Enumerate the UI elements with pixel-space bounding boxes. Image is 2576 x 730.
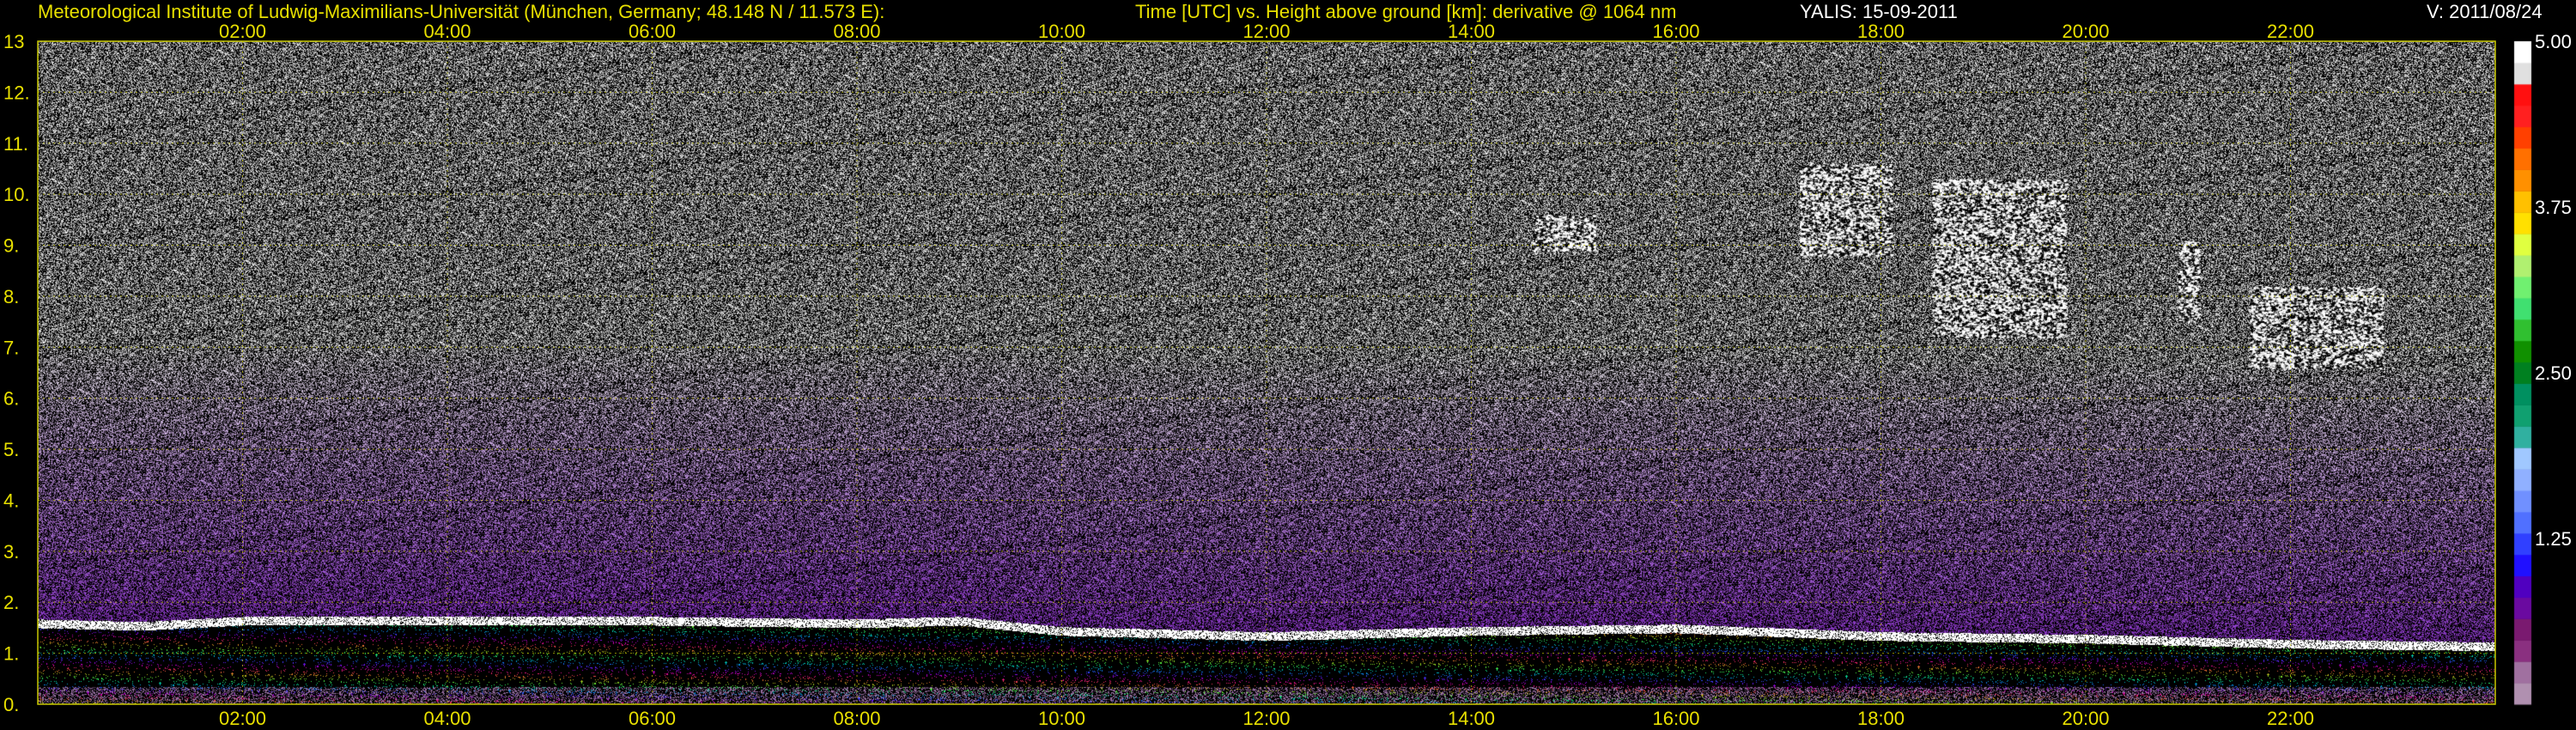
- y-tick-label: 3.: [3, 541, 19, 563]
- x-tick-label-top: 18:00: [1857, 21, 1905, 42]
- x-tick-label-bottom: 22:00: [2267, 708, 2314, 729]
- x-tick-label-top: 06:00: [629, 21, 676, 42]
- x-tick-label-top: 02:00: [219, 21, 266, 42]
- x-tick-label-bottom: 04:00: [423, 708, 471, 729]
- x-tick-label-top: 20:00: [2062, 21, 2109, 42]
- y-tick-label: 9.: [3, 235, 19, 257]
- x-tick-label-top: 14:00: [1448, 21, 1495, 42]
- x-tick-label-top: 22:00: [2267, 21, 2314, 42]
- x-tick-label-bottom: 18:00: [1857, 708, 1905, 729]
- y-tick-label: 8.: [3, 286, 19, 307]
- colorbar-tick-label: 1.25: [2535, 528, 2572, 550]
- y-tick-label: 0.: [3, 694, 19, 715]
- x-tick-label-bottom: 14:00: [1448, 708, 1495, 729]
- x-tick-label-bottom: 08:00: [833, 708, 880, 729]
- y-tick-label: 11.: [3, 133, 28, 155]
- y-tick-label: 10.: [3, 184, 30, 205]
- y-tick-label: 6.: [3, 388, 19, 410]
- y-tick-label: 1.: [3, 643, 19, 665]
- y-tick-label: 12.: [3, 82, 30, 103]
- x-tick-label-top: 10:00: [1038, 21, 1085, 42]
- x-tick-label-top: 16:00: [1652, 21, 1699, 42]
- colorbar-tick-label: 3.75: [2535, 197, 2572, 218]
- x-tick-label-bottom: 16:00: [1652, 708, 1699, 729]
- x-tick-label-bottom: 20:00: [2062, 708, 2109, 729]
- x-tick-label-bottom: 02:00: [219, 708, 266, 729]
- x-tick-label-top: 08:00: [833, 21, 880, 42]
- y-tick-label: 5.: [3, 439, 19, 460]
- x-tick-label-bottom: 10:00: [1038, 708, 1085, 729]
- y-tick-label: 4.: [3, 490, 19, 511]
- x-tick-label-bottom: 06:00: [629, 708, 676, 729]
- y-tick-label: 13: [3, 31, 24, 52]
- chart-overlay: 0. 1. 2. 3. 4. 5. 6. 7. 8. 9. 10. 11. 12. 13 02:00 02:0…: [3, 21, 2572, 729]
- x-tick-label-top: 12:00: [1242, 21, 1290, 42]
- x-tick-label-bottom: 12:00: [1242, 708, 1290, 729]
- colorbar-tick-label: 2.50: [2535, 362, 2572, 384]
- x-tick-label-top: 04:00: [423, 21, 471, 42]
- colorbar-tick-label: 5.00: [2535, 31, 2572, 52]
- y-tick-label: 2.: [3, 592, 19, 613]
- y-tick-label: 7.: [3, 337, 19, 358]
